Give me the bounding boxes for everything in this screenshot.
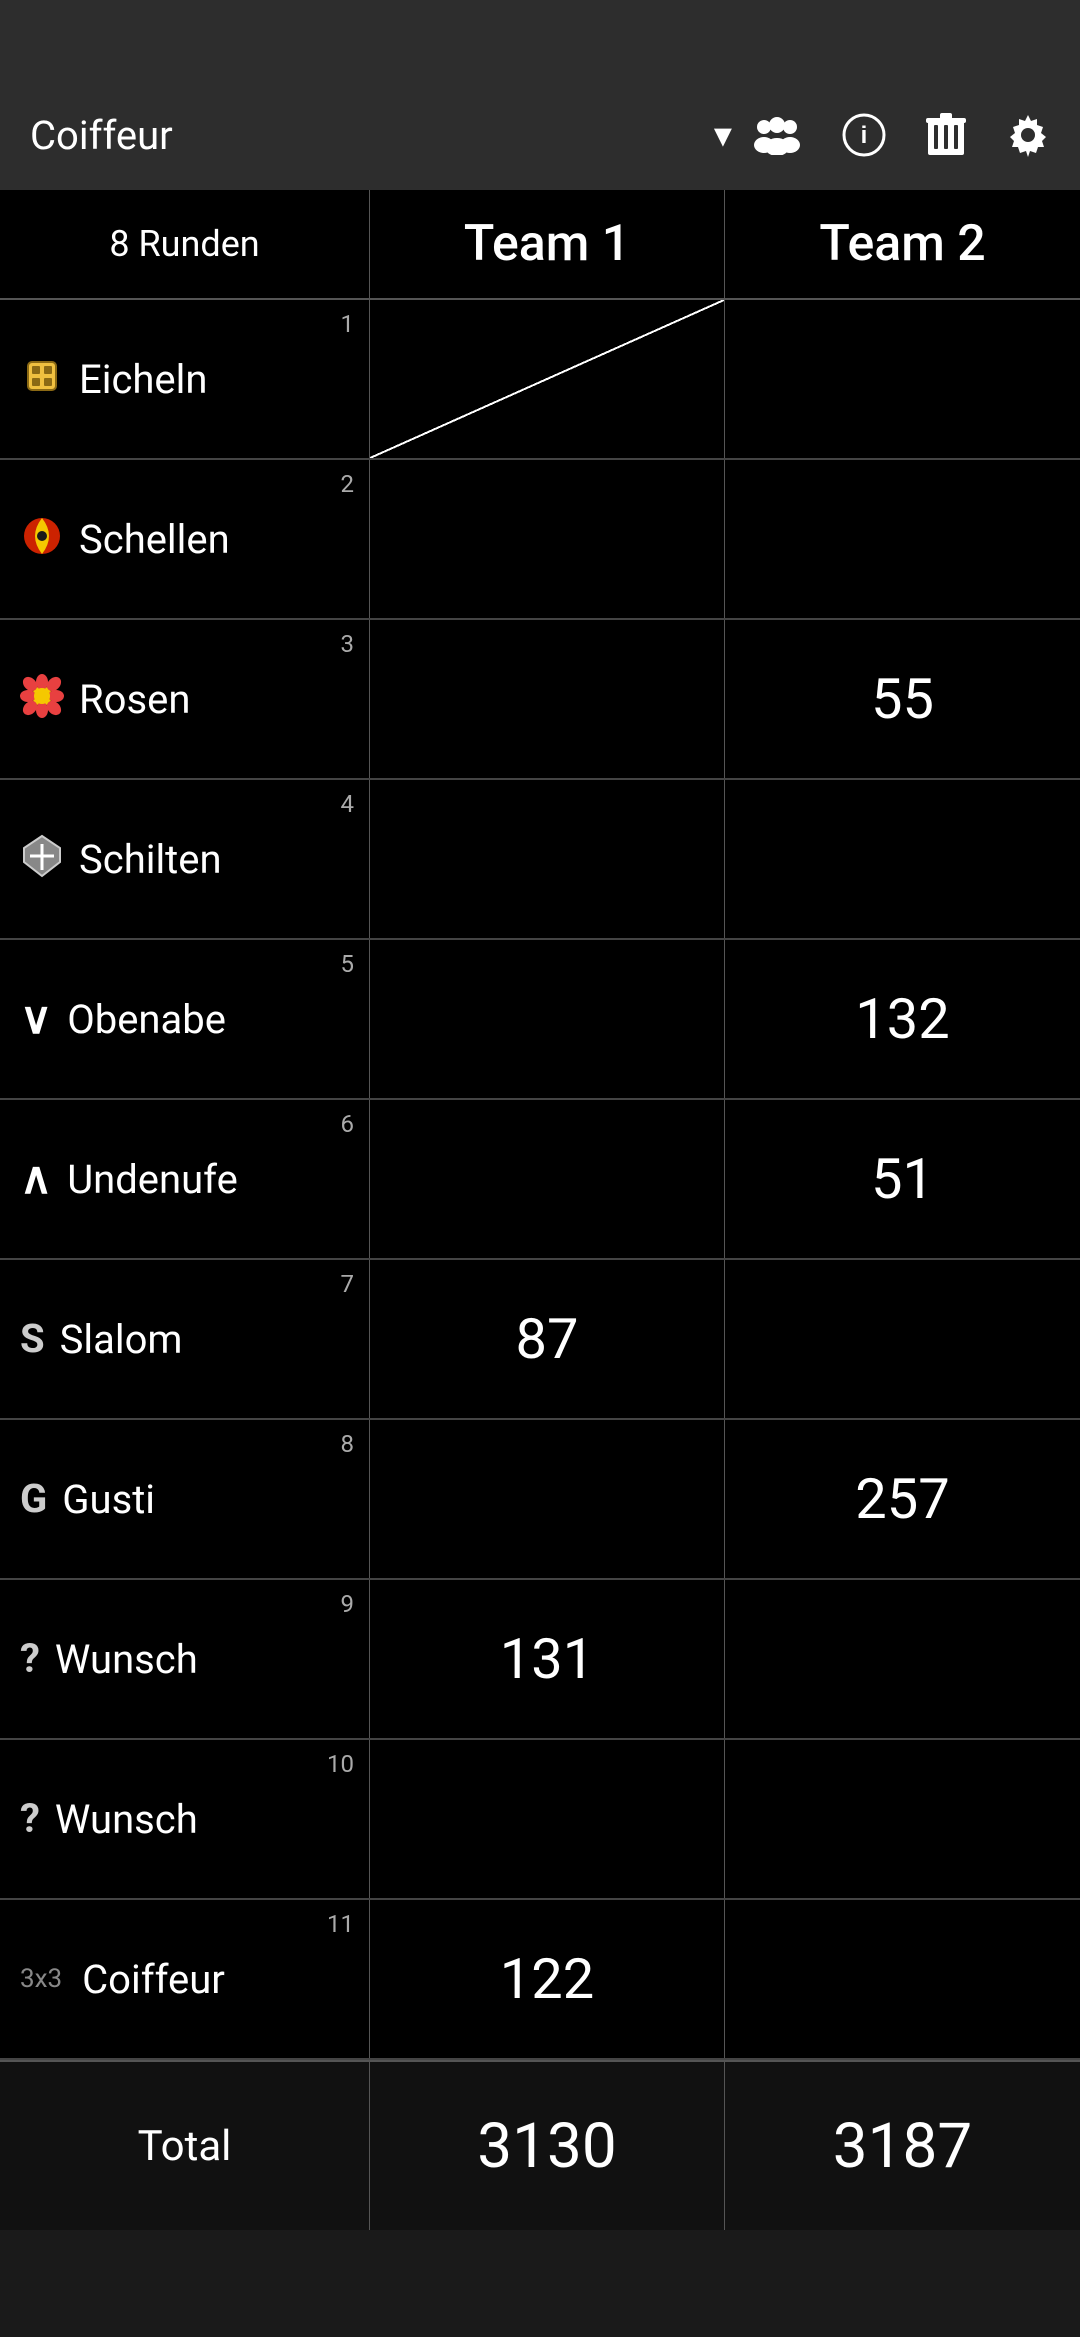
obenabe-icon: ∨ [20, 997, 52, 1041]
row-label-wunsch-10: 10 ? Wunsch [0, 1740, 370, 1898]
total-team1-score: 3130 [370, 2062, 725, 2230]
wunsch-10-label: Wunsch [55, 1796, 198, 1843]
schilten-icon [20, 834, 64, 885]
row-label-rosen: 3 Rosen [0, 620, 370, 778]
row-label-coiffeur: 11 3x3 Coiffeur [0, 1900, 370, 2058]
schellen-icon [20, 514, 64, 565]
undenufe-team1-score[interactable] [370, 1100, 725, 1258]
eicheln-icon [20, 354, 64, 405]
gusti-label: Gusti [62, 1476, 155, 1523]
schilten-team1-score[interactable] [370, 780, 725, 938]
row-number-8: 8 [341, 1430, 355, 1458]
svg-text:i: i [861, 122, 868, 149]
gusti-team2-score[interactable]: 257 [725, 1420, 1080, 1578]
team2-header[interactable]: Team 2 [725, 190, 1080, 298]
schilten-team2-score[interactable] [725, 780, 1080, 938]
rosen-team1-score[interactable] [370, 620, 725, 778]
people-icon[interactable] [752, 115, 802, 155]
coiffeur-icon: 3x3 [20, 1966, 62, 1992]
row-number-1: 1 [341, 310, 355, 338]
schilten-label: Schilten [79, 836, 222, 883]
total-team2-score: 3187 [725, 2062, 1080, 2230]
slalom-team2-score[interactable] [725, 1260, 1080, 1418]
info-icon[interactable]: i [842, 113, 886, 157]
wunsch-9-team1-score[interactable]: 131 [370, 1580, 725, 1738]
row-number-9: 9 [341, 1590, 355, 1618]
schellen-team2-score[interactable] [725, 460, 1080, 618]
row-label-undenufe: 6 ∧ Undenufe [0, 1100, 370, 1258]
header-row: 8 Runden Team 1 Team 2 [0, 190, 1080, 300]
total-label: Total [0, 2062, 370, 2230]
row-number-2: 2 [341, 470, 355, 498]
coiffeur-label: Coiffeur [82, 1956, 225, 2003]
row-label-schilten: 4 Schilten [0, 780, 370, 938]
row-gusti[interactable]: 8 G Gusti 257 [0, 1420, 1080, 1580]
status-bar [0, 0, 1080, 80]
row-rosen[interactable]: 3 Rosen 55 [0, 620, 1080, 780]
row-undenufe[interactable]: 6 ∧ Undenufe 51 [0, 1100, 1080, 1260]
toolbar: Coiffeur ▾ i [0, 80, 1080, 190]
row-slalom[interactable]: 7 S Slalom 87 [0, 1260, 1080, 1420]
team1-header[interactable]: Team 1 [370, 190, 725, 298]
row-number-10: 10 [327, 1750, 354, 1778]
slalom-icon: S [20, 1319, 45, 1359]
wunsch-9-icon: ? [20, 1639, 40, 1679]
coiffeur-team2-score[interactable] [725, 1900, 1080, 2058]
eicheln-team2-score[interactable] [725, 300, 1080, 458]
row-label-slalom: 7 S Slalom [0, 1260, 370, 1418]
row-number-7: 7 [341, 1270, 355, 1298]
rosen-label: Rosen [79, 676, 190, 723]
row-label-schellen: 2 Schellen [0, 460, 370, 618]
row-schellen[interactable]: 2 Schellen [0, 460, 1080, 620]
row-number-11: 11 [327, 1910, 354, 1938]
slalom-label: Slalom [60, 1316, 183, 1363]
gusti-icon: G [20, 1479, 47, 1519]
game-table: 8 Runden Team 1 Team 2 1 Eicheln 2 [0, 190, 1080, 2230]
wunsch-10-icon: ? [20, 1799, 40, 1839]
dropdown-icon[interactable]: ▾ [714, 114, 732, 156]
total-row: Total 3130 3187 [0, 2060, 1080, 2230]
eicheln-label: Eicheln [79, 356, 207, 403]
schellen-team1-score[interactable] [370, 460, 725, 618]
row-number-5: 5 [341, 950, 355, 978]
obenabe-team2-score[interactable]: 132 [725, 940, 1080, 1098]
app-title: Coiffeur [30, 112, 694, 159]
row-label-gusti: 8 G Gusti [0, 1420, 370, 1578]
row-wunsch-10[interactable]: 10 ? Wunsch [0, 1740, 1080, 1900]
eicheln-team1-score[interactable] [370, 300, 725, 458]
rosen-icon [20, 674, 64, 725]
row-label-wunsch-9: 9 ? Wunsch [0, 1580, 370, 1738]
row-schilten[interactable]: 4 Schilten [0, 780, 1080, 940]
row-number-6: 6 [341, 1110, 355, 1138]
obenabe-label: Obenabe [67, 996, 226, 1043]
wunsch-9-label: Wunsch [55, 1636, 198, 1683]
rounds-header: 8 Runden [0, 190, 370, 298]
undenufe-icon: ∧ [20, 1157, 52, 1201]
row-obenabe[interactable]: 5 ∨ Obenabe 132 [0, 940, 1080, 1100]
row-label-eicheln: 1 Eicheln [0, 300, 370, 458]
row-coiffeur[interactable]: 11 3x3 Coiffeur 122 [0, 1900, 1080, 2060]
obenabe-team1-score[interactable] [370, 940, 725, 1098]
gusti-team1-score[interactable] [370, 1420, 725, 1578]
wunsch-9-team2-score[interactable] [725, 1580, 1080, 1738]
row-label-obenabe: 5 ∨ Obenabe [0, 940, 370, 1098]
row-eicheln[interactable]: 1 Eicheln [0, 300, 1080, 460]
row-wunsch-9[interactable]: 9 ? Wunsch 131 [0, 1580, 1080, 1740]
settings-icon[interactable] [1006, 113, 1050, 157]
wunsch-10-team2-score[interactable] [725, 1740, 1080, 1898]
delete-icon[interactable] [926, 113, 966, 157]
row-number-3: 3 [341, 630, 355, 658]
wunsch-10-team1-score[interactable] [370, 1740, 725, 1898]
row-number-4: 4 [341, 790, 355, 818]
schellen-label: Schellen [79, 516, 230, 563]
rosen-team2-score[interactable]: 55 [725, 620, 1080, 778]
undenufe-team2-score[interactable]: 51 [725, 1100, 1080, 1258]
undenufe-label: Undenufe [67, 1156, 238, 1203]
slalom-team1-score[interactable]: 87 [370, 1260, 725, 1418]
coiffeur-team1-score[interactable]: 122 [370, 1900, 725, 2058]
